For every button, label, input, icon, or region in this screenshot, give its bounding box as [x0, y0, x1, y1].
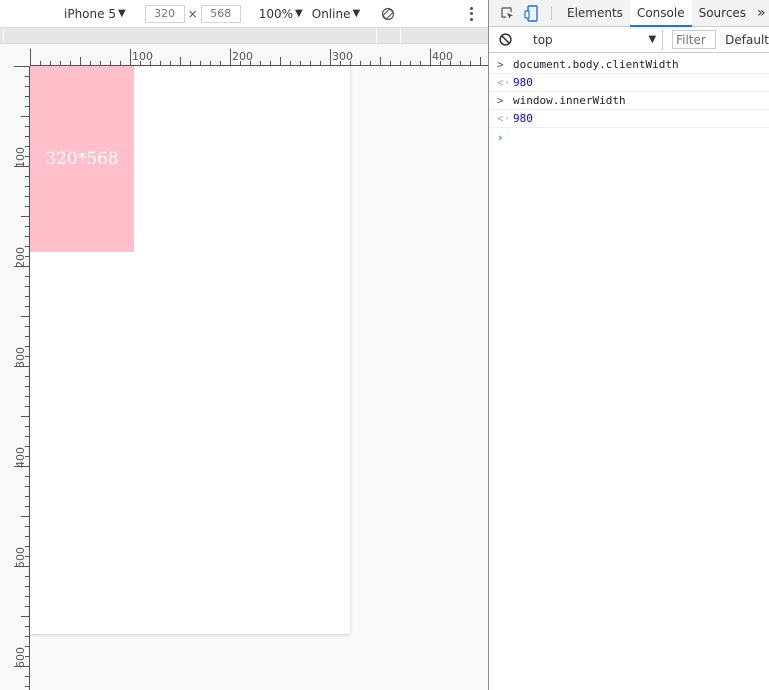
media-query-bar[interactable]: [0, 27, 488, 44]
ruler-label: 200: [232, 50, 253, 63]
media-query-segment[interactable]: [401, 28, 488, 43]
execution-context-select[interactable]: top ▼: [521, 29, 664, 50]
ruler-label: 300: [14, 347, 27, 368]
device-toolbar: iPhone 5 ▼ × 100% ▼ Online ▼: [0, 0, 488, 27]
pink-box-label: 320*568: [45, 149, 119, 169]
console-result-text: 980: [513, 112, 533, 125]
pink-box: 320*568: [30, 66, 134, 252]
network-throttle-select[interactable]: Online ▼: [312, 7, 360, 21]
input-chevron-icon: >: [497, 58, 504, 71]
devtools-panel: Elements Console Sources » top ▼ Default…: [489, 0, 769, 690]
more-options-icon[interactable]: [469, 6, 473, 21]
input-chevron-icon: >: [497, 94, 504, 107]
caret-down-icon: ▼: [352, 8, 361, 19]
emulated-viewport[interactable]: 320*568: [30, 66, 350, 634]
ruler-label: 300: [332, 50, 353, 63]
caret-down-icon: ▼: [648, 34, 657, 45]
console-toolbar: top ▼ Default: [489, 27, 769, 53]
width-input[interactable]: [144, 4, 185, 23]
device-emulation-pane: iPhone 5 ▼ × 100% ▼ Online ▼ 100 200 300 40…: [0, 0, 488, 690]
zoom-select-label: 100%: [258, 6, 294, 21]
zoom-select[interactable]: 100% ▼: [259, 7, 303, 21]
ruler-corner: [13, 48, 30, 66]
result-arrow-icon: <·: [497, 76, 511, 89]
console-output: > document.body.clientWidth <· 980 > win…: [489, 56, 769, 146]
media-query-segment[interactable]: [377, 28, 401, 43]
console-result-line[interactable]: <· 980: [489, 110, 769, 128]
console-result-text: 980: [513, 76, 533, 89]
rotate-icon[interactable]: [381, 7, 395, 21]
horizontal-ruler: 100 200 300 400: [30, 49, 488, 66]
console-filter-input[interactable]: [672, 30, 717, 49]
tab-sources[interactable]: Sources: [692, 0, 753, 26]
inspect-element-icon[interactable]: [497, 0, 517, 26]
media-query-segment[interactable]: [4, 28, 377, 43]
prompt-chevron-icon: ›: [497, 130, 504, 144]
ruler-label: 400: [432, 50, 453, 63]
device-select-label: iPhone 5: [64, 6, 116, 21]
ruler-label: 600: [14, 647, 27, 668]
ruler-label: 400: [14, 447, 27, 468]
console-result-line[interactable]: <· 980: [489, 74, 769, 92]
context-select-label: top: [533, 32, 553, 47]
height-input[interactable]: [200, 4, 241, 23]
toolbar-separator: [551, 6, 552, 20]
console-prompt[interactable]: ›: [489, 128, 769, 146]
tab-elements[interactable]: Elements: [560, 0, 630, 26]
clear-console-icon[interactable]: [499, 33, 512, 46]
console-input-text: document.body.clientWidth: [513, 58, 679, 71]
network-select-label: Online: [311, 6, 351, 21]
console-input-line[interactable]: > window.innerWidth: [489, 92, 769, 110]
console-input-text: window.innerWidth: [513, 94, 626, 107]
console-input-line[interactable]: > document.body.clientWidth: [489, 56, 769, 74]
log-levels-select[interactable]: Default: [725, 33, 769, 47]
ruler-label: 200: [14, 247, 27, 268]
result-arrow-icon: <·: [497, 112, 511, 125]
caret-down-icon: ▼: [117, 8, 126, 19]
device-select[interactable]: iPhone 5 ▼: [64, 7, 126, 21]
devtools-tabbar: Elements Console Sources »: [489, 0, 769, 27]
device-toolbar-toggle-icon[interactable]: [521, 0, 541, 26]
caret-down-icon: ▼: [295, 8, 303, 19]
dimension-separator: ×: [187, 6, 198, 21]
more-tabs-icon[interactable]: »: [757, 0, 765, 26]
tab-console[interactable]: Console: [629, 0, 692, 27]
ruler-label: 100: [14, 147, 27, 168]
vertical-ruler: 100 200 300 400 500 600: [14, 66, 30, 690]
ruler-label: 100: [132, 50, 153, 63]
ruler-label: 500: [14, 547, 27, 568]
